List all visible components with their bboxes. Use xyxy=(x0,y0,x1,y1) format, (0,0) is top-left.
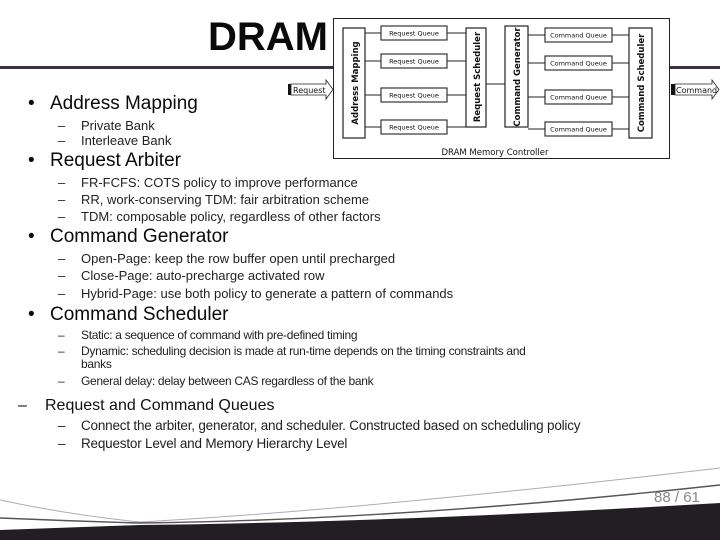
command-output-arrow: Command xyxy=(671,78,720,101)
sub-bullet: – Requestor Level and Memory Hierarchy Le… xyxy=(58,436,348,451)
diagram-caption: DRAM Memory Controller xyxy=(441,148,549,158)
command-queue-label: Command Queue xyxy=(550,32,607,40)
request-scheduler-label: Request Scheduler xyxy=(473,31,483,122)
dram-controller-diagram: Request Command Address Mapping Request … xyxy=(288,18,720,159)
output-label: Command xyxy=(676,86,717,95)
bullet-address-mapping: • Address Mapping xyxy=(28,93,198,115)
command-queue-label: Command Queue xyxy=(550,60,607,68)
bullet-command-generator: • Command Generator xyxy=(28,226,229,247)
sub-bullet: – General delay: delay between CAS regard… xyxy=(58,374,374,388)
sub-bullet: – Dynamic: scheduling decision is made at… xyxy=(58,344,526,358)
sub-bullet: – Connect the arbiter, generator, and sch… xyxy=(58,418,581,433)
page-total: 61 xyxy=(683,489,700,506)
sub-bullet: – RR, work-conserving TDM: fair arbitrati… xyxy=(58,192,370,207)
sub-bullet: – Static: a sequence of command with pre-… xyxy=(58,328,358,342)
sub-bullet: – Open-Page: keep the row buffer open unt… xyxy=(58,251,396,266)
bullet-glyph: • xyxy=(28,93,35,114)
page-number: 88 / 61 xyxy=(654,489,700,506)
bullet-label: Address Mapping xyxy=(50,93,198,114)
bullet-label: Request Arbiter xyxy=(50,150,181,171)
input-label: Request xyxy=(293,86,326,95)
request-queue-label: Request Queue xyxy=(389,92,439,100)
command-queue-label: Command Queue xyxy=(550,94,607,102)
bullet-label: Command Scheduler xyxy=(50,304,229,325)
sub-bullet-continuation: banks xyxy=(81,357,112,371)
address-mapping-label: Address Mapping xyxy=(351,41,361,124)
sub-bullet: – Close-Page: auto-precharge activated ro… xyxy=(58,268,325,283)
bullet-label: Command Generator xyxy=(50,226,229,247)
command-generator-label: Command Generator xyxy=(513,27,523,127)
bullet-request-command-queues: – Request and Command Queues xyxy=(18,397,275,414)
command-queue-label: Command Queue xyxy=(550,126,607,134)
request-queue-label: Request Queue xyxy=(389,30,439,38)
request-queue-label: Request Queue xyxy=(389,124,439,132)
sub-bullet: – Private Bank xyxy=(58,118,155,133)
sub-bullet: – Interleave Bank xyxy=(58,133,172,148)
sub-bullet: – Hybrid-Page: use both policy to generat… xyxy=(58,286,454,301)
request-queue-label: Request Queue xyxy=(389,58,439,66)
bullet-request-arbiter: • Request Arbiter xyxy=(28,150,181,171)
footer-decoration xyxy=(0,467,720,540)
bullet-label: Request and Command Queues xyxy=(45,397,275,414)
sub-bullet: – TDM: composable policy, regardless of o… xyxy=(58,209,381,224)
sub-bullet: – FR-FCFS: COTS policy to improve perform… xyxy=(58,175,358,190)
request-input-arrow: Request xyxy=(288,78,334,101)
command-scheduler-label: Command Scheduler xyxy=(637,33,647,132)
page-current: 88 xyxy=(654,489,671,506)
bullet-command-scheduler: • Command Scheduler xyxy=(28,304,229,325)
